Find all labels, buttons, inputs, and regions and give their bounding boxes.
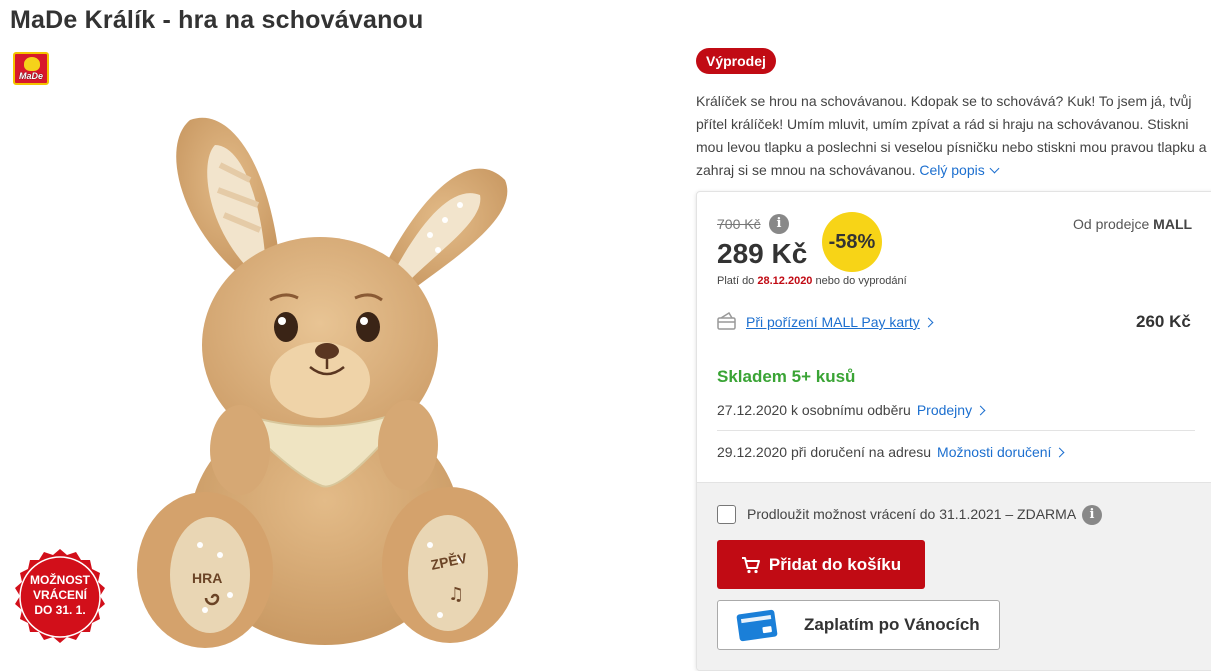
pay-after-christmas-label: Zaplatím po Vánocích — [804, 615, 980, 634]
seller-prefix: Od prodejce — [1073, 216, 1150, 232]
return-badge-line-1: MOŽNOST — [30, 573, 90, 587]
mallpay-price: 260 Kč — [1136, 312, 1191, 331]
chevron-right-icon — [975, 405, 986, 416]
validity-prefix: Platí do — [717, 275, 755, 287]
add-to-cart-button[interactable]: Přidat do košíku — [717, 540, 925, 589]
price-validity: Platí do 28.12.2020 nebo do vyprodání — [717, 275, 907, 287]
pickup-info: 27.12.2020 k osobnímu odběru Prodejny — [717, 402, 986, 418]
chevron-right-icon — [1055, 447, 1065, 458]
divider — [717, 430, 1195, 431]
delivery-info: 29.12.2020 při doručení na adresu Možnost… — [717, 444, 1065, 460]
delivery-options-link[interactable]: Možnosti doručení — [937, 444, 1065, 460]
full-description-label: Celý popis — [919, 162, 985, 178]
stores-link[interactable]: Prodejny — [916, 402, 986, 418]
credit-card-icon — [736, 608, 778, 642]
old-price: 700 Kč — [717, 216, 761, 232]
add-to-cart-label: Přidat do košíku — [768, 554, 902, 574]
delivery-text: 29.12.2020 při doručení na adresu — [717, 444, 932, 460]
brand-logo-text: MaDe — [18, 71, 43, 81]
music-note-icon: ♫ — [448, 584, 464, 605]
return-badge-line-3: DO 31. 1. — [34, 603, 86, 617]
current-price: 289 Kč — [717, 238, 808, 269]
cart-icon — [741, 556, 760, 573]
extend-return-info-icon[interactable]: i — [1082, 505, 1102, 525]
delivery-options-label: Možnosti doručení — [937, 444, 1052, 460]
stores-link-label: Prodejny — [916, 402, 973, 418]
seller-name: MALL — [1153, 216, 1193, 232]
product-title: MaDe Králík - hra na schovávanou — [10, 6, 424, 34]
chevron-right-icon — [923, 317, 934, 328]
brand-logo-face — [24, 57, 40, 71]
left-paw-label: HRA — [192, 570, 222, 586]
extend-return-checkbox[interactable] — [717, 505, 736, 524]
full-description-link[interactable]: Celý popis — [919, 162, 1000, 178]
card-icon — [717, 312, 736, 330]
return-badge-line-2: VRÁCENÍ — [32, 588, 87, 602]
purchase-box: 700 Kč i 289 Kč -58% Platí do 28.12.2020… — [696, 191, 1211, 671]
seller-info: Od prodejce MALL — [1073, 216, 1192, 232]
product-description: Králíček se hrou na schovávanou. Kdopak … — [696, 90, 1211, 182]
pay-after-christmas-button[interactable]: Zaplatím po Vánocích — [717, 600, 1000, 650]
chevron-down-icon — [989, 163, 1000, 174]
validity-suffix: nebo do vyprodání — [815, 275, 907, 287]
return-badge: MOŽNOST VRÁCENÍ DO 31. 1. — [10, 547, 110, 647]
mallpay-link-label: Při pořízení MALL Pay karty — [746, 314, 920, 330]
mallpay-card-link[interactable]: Při pořízení MALL Pay karty — [746, 314, 934, 330]
extend-return-label[interactable]: Prodloužit možnost vrácení do 31.1.2021 … — [747, 506, 1076, 522]
stock-status: Skladem 5+ kusů — [717, 367, 856, 386]
purchase-actions: Prodloužit možnost vrácení do 31.1.2021 … — [697, 482, 1211, 670]
pickup-text: 27.12.2020 k osobnímu odběru — [717, 402, 911, 418]
validity-date: 28.12.2020 — [757, 275, 813, 287]
price-info-icon[interactable]: i — [769, 214, 789, 234]
product-image[interactable]: HRA ZPĚV ♫ — [120, 105, 540, 660]
brand-logo[interactable]: MaDe — [13, 52, 49, 85]
discount-badge: -58% — [822, 212, 882, 272]
sale-badge: Výprodej — [696, 48, 776, 74]
